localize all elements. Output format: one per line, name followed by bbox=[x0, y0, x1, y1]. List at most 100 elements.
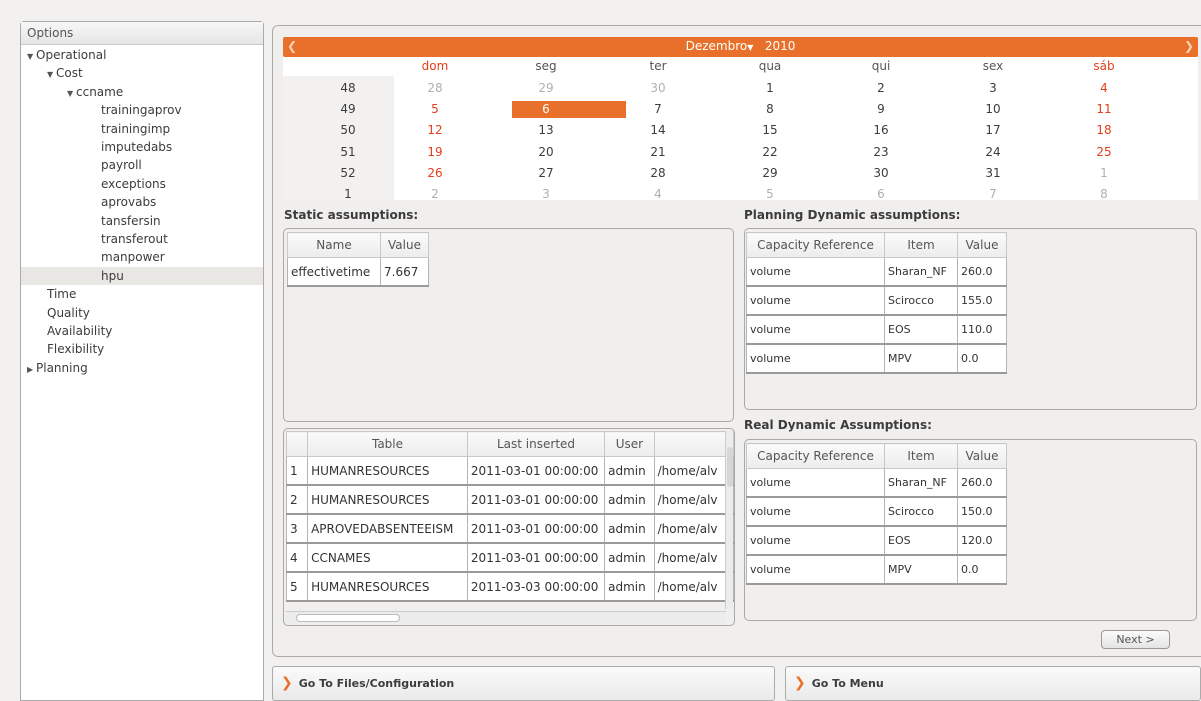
calendar-day[interactable]: 14 bbox=[606, 120, 710, 141]
tree-item-cost[interactable]: ▼ Cost bbox=[21, 64, 263, 82]
table-cell[interactable]: 2 bbox=[285, 484, 309, 515]
column-header[interactable]: Name bbox=[287, 232, 381, 258]
table-cell[interactable]: /home/alv bbox=[653, 542, 734, 573]
planning-dynamic-table[interactable]: Capacity Reference Item Value volume Sharan_… bbox=[746, 232, 1007, 374]
calendar-day[interactable]: 25 bbox=[1052, 142, 1156, 163]
tree-item-trainingimp[interactable]: trainingimp bbox=[21, 120, 263, 138]
calendar-day[interactable]: 12 bbox=[383, 120, 487, 141]
calendar-day[interactable]: 24 bbox=[941, 142, 1045, 163]
table-cell[interactable]: 260.0 bbox=[957, 257, 1007, 287]
table-cell[interactable]: volume bbox=[746, 285, 885, 316]
calendar-day[interactable]: 17 bbox=[941, 120, 1045, 141]
tree-item-trainingaprov[interactable]: trainingaprov bbox=[21, 101, 263, 119]
calendar-day[interactable]: 11 bbox=[1052, 99, 1156, 120]
tree-item-transferout[interactable]: transferout bbox=[21, 230, 263, 248]
tree-item-operational[interactable]: ▼ Operational bbox=[21, 46, 263, 64]
column-header[interactable]: Item bbox=[884, 443, 958, 469]
table-cell[interactable]: HUMANRESOURCES bbox=[307, 484, 468, 515]
table-cell[interactable]: admin bbox=[604, 542, 655, 573]
table-row[interactable]: volume MPV 0.0 bbox=[746, 554, 1007, 585]
calendar-day[interactable]: 1 bbox=[718, 78, 822, 99]
calendar-day-selected[interactable]: 6 bbox=[494, 99, 598, 120]
table-row[interactable]: 2 HUMANRESOURCES 2011-03-01 00:00:00 admin /… bbox=[285, 484, 734, 515]
column-header[interactable]: Value bbox=[957, 443, 1007, 469]
table-cell[interactable]: 7.667 bbox=[380, 257, 429, 287]
calendar-day[interactable]: 22 bbox=[718, 142, 822, 163]
column-header[interactable]: Item bbox=[884, 232, 958, 258]
tree-item-ccname[interactable]: ▼ ccname bbox=[21, 83, 263, 101]
table-cell[interactable]: /home/alv bbox=[653, 571, 734, 602]
table-cell[interactable]: volume bbox=[746, 554, 885, 585]
table-row[interactable]: volume EOS 120.0 bbox=[746, 525, 1007, 556]
calendar-day[interactable]: 5 bbox=[383, 99, 487, 120]
calendar-day[interactable]: 31 bbox=[941, 163, 1045, 184]
table-cell[interactable]: HUMANRESOURCES bbox=[307, 456, 468, 486]
calendar-year[interactable]: 2010 bbox=[765, 39, 796, 53]
table-cell[interactable]: Sharan_NF bbox=[884, 257, 958, 287]
tree-item-flexibility[interactable]: Flexibility bbox=[21, 340, 263, 358]
calendar-day[interactable]: 18 bbox=[1052, 120, 1156, 141]
expand-arrow-icon[interactable]: ▼ bbox=[67, 85, 76, 103]
column-header[interactable]: Table bbox=[307, 431, 468, 457]
expand-arrow-icon[interactable]: ▼ bbox=[47, 66, 56, 84]
table-cell[interactable]: 260.0 bbox=[957, 468, 1007, 498]
tree-item-tansfersin[interactable]: tansfersin bbox=[21, 212, 263, 230]
calendar-day[interactable]: 29 bbox=[718, 163, 822, 184]
table-cell[interactable]: 3 bbox=[285, 513, 309, 544]
collapse-arrow-icon[interactable]: ▶ bbox=[27, 361, 36, 379]
table-cell[interactable]: 2011-03-01 00:00:00 bbox=[466, 456, 606, 486]
calendar-day[interactable]: 27 bbox=[494, 163, 598, 184]
calendar-day[interactable]: 2 bbox=[829, 78, 933, 99]
go-to-files-button[interactable]: ❯ Go To Files/Configuration bbox=[272, 666, 775, 701]
table-cell[interactable]: 1 bbox=[285, 456, 309, 486]
calendar-day[interactable]: 21 bbox=[606, 142, 710, 163]
table-cell[interactable]: effectivetime bbox=[287, 257, 381, 287]
files-table-vscrollbar[interactable] bbox=[725, 431, 733, 609]
files-table-hscrollbar[interactable] bbox=[286, 611, 726, 623]
calendar-day[interactable]: 10 bbox=[941, 99, 1045, 120]
table-cell[interactable]: 2011-03-03 00:00:00 bbox=[466, 571, 606, 602]
calendar-month-year[interactable]: Dezembro▼ 2010 bbox=[283, 39, 1198, 53]
table-row[interactable]: 5 HUMANRESOURCES 2011-03-03 00:00:00 admin /… bbox=[285, 571, 734, 602]
table-row[interactable]: volume Sharan_NF 260.0 bbox=[746, 468, 1007, 498]
go-to-menu-button[interactable]: ❯ Go To Menu bbox=[785, 666, 1201, 701]
column-header[interactable] bbox=[653, 431, 734, 457]
tree-item-availability[interactable]: Availability bbox=[21, 322, 263, 340]
table-cell[interactable]: admin bbox=[604, 513, 655, 544]
tree-item-exceptions[interactable]: exceptions bbox=[21, 175, 263, 193]
calendar-day[interactable]: 20 bbox=[494, 142, 598, 163]
calendar-day[interactable]: 6 bbox=[829, 184, 933, 205]
table-cell[interactable]: volume bbox=[746, 525, 885, 556]
table-cell[interactable]: Scirocco bbox=[884, 496, 958, 527]
column-header[interactable]: Value bbox=[380, 232, 429, 258]
table-cell[interactable]: Sharan_NF bbox=[884, 468, 958, 498]
calendar-day[interactable]: 8 bbox=[718, 99, 822, 120]
table-row[interactable]: volume Scirocco 155.0 bbox=[746, 285, 1007, 316]
calendar-day[interactable]: 7 bbox=[941, 184, 1045, 205]
calendar-day[interactable]: 8 bbox=[1052, 184, 1156, 205]
table-cell[interactable]: MPV bbox=[884, 554, 958, 585]
table-cell[interactable]: /home/alv bbox=[653, 484, 734, 515]
table-row[interactable]: volume Scirocco 150.0 bbox=[746, 496, 1007, 527]
table-cell[interactable]: EOS bbox=[884, 525, 958, 556]
table-row[interactable]: volume MPV 0.0 bbox=[746, 343, 1007, 374]
table-row[interactable]: volume EOS 110.0 bbox=[746, 314, 1007, 345]
calendar-day[interactable]: 7 bbox=[606, 99, 710, 120]
column-header[interactable]: Last inserted bbox=[466, 431, 606, 457]
table-cell[interactable]: volume bbox=[746, 496, 885, 527]
calendar-day[interactable]: 23 bbox=[829, 142, 933, 163]
table-cell[interactable]: 110.0 bbox=[957, 314, 1007, 345]
table-cell[interactable]: admin bbox=[604, 484, 655, 515]
table-cell[interactable]: 0.0 bbox=[957, 343, 1007, 374]
calendar-day[interactable]: 2 bbox=[383, 184, 487, 205]
table-row[interactable]: effectivetime 7.667 bbox=[287, 257, 429, 287]
vscroll-thumb[interactable] bbox=[727, 447, 733, 487]
table-cell[interactable]: /home/alv bbox=[653, 513, 734, 544]
table-cell[interactable]: 2011-03-01 00:00:00 bbox=[466, 513, 606, 544]
table-cell[interactable]: 155.0 bbox=[957, 285, 1007, 316]
tree-item-planning[interactable]: ▶ Planning bbox=[21, 359, 263, 377]
table-cell[interactable]: volume bbox=[746, 257, 885, 287]
calendar-day[interactable]: 30 bbox=[606, 78, 710, 99]
table-cell[interactable]: APROVEDABSENTEEISM bbox=[307, 513, 468, 544]
calendar-day[interactable]: 15 bbox=[718, 120, 822, 141]
